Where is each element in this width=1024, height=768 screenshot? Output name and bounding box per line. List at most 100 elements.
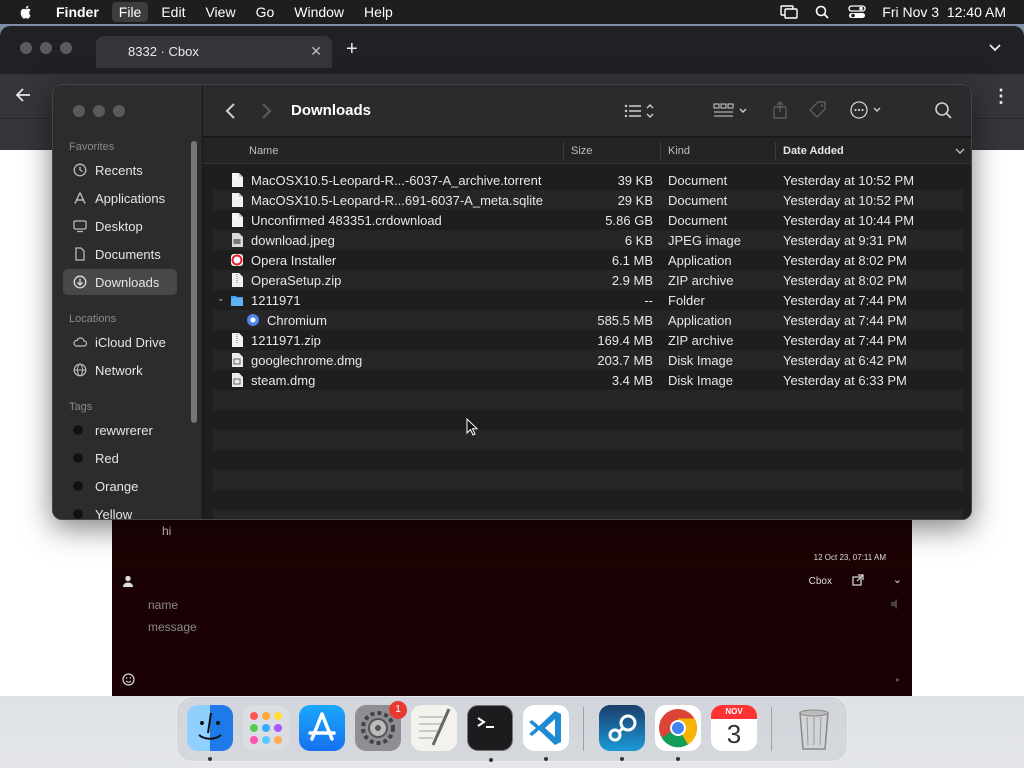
tag-dot-icon	[73, 425, 83, 435]
search-icon[interactable]	[933, 101, 955, 119]
forward-chevron-icon[interactable]	[255, 102, 277, 120]
close-tab-icon[interactable]: ✕	[310, 43, 322, 60]
send-icon[interactable]: ▸	[896, 675, 900, 684]
file-row[interactable]: ⌄ 1211971 -- Folder Yesterday at 7:44 PM	[213, 290, 963, 310]
menu-file[interactable]: File	[111, 2, 149, 22]
finder-minimize-button[interactable]	[93, 105, 105, 117]
column-divider[interactable]	[660, 142, 661, 160]
spotlight-search-icon[interactable]	[814, 5, 832, 19]
opera-file-icon	[231, 254, 243, 266]
menu-clock[interactable]: Fri Nov 3 12:40 AM	[882, 4, 1006, 20]
control-center-icon[interactable]	[848, 5, 866, 19]
empty-row	[213, 490, 963, 510]
dock-steam[interactable]	[599, 705, 645, 761]
file-row[interactable]: Unconfirmed 483351.crdownload 5.86 GB Docu…	[213, 210, 963, 230]
browser-menu-icon[interactable]: ⋮	[992, 86, 1010, 107]
cbox-brand-link[interactable]: Cbox	[809, 576, 832, 587]
sidebar-item-icloud-drive[interactable]: iCloud Drive	[63, 329, 177, 355]
back-chevron-icon[interactable]	[221, 102, 243, 120]
tag-icon[interactable]	[807, 101, 829, 119]
menu-help[interactable]: Help	[364, 4, 393, 20]
column-divider[interactable]	[563, 142, 564, 160]
chat-name-field[interactable]: name	[148, 598, 178, 612]
downloads-icon	[73, 275, 87, 289]
dock-textedit[interactable]	[411, 705, 457, 751]
browser-window-controls	[20, 42, 72, 54]
chat-message-field[interactable]: message	[148, 620, 197, 634]
menu-window[interactable]: Window	[294, 4, 344, 20]
browser-tab[interactable]: 8332 · Cbox ✕	[96, 36, 332, 68]
collapse-chevron-icon[interactable]: ⌄	[893, 573, 902, 586]
list-view-icon[interactable]	[623, 102, 659, 120]
column-kind[interactable]: Kind	[668, 145, 690, 157]
sidebar-item-label: Downloads	[95, 274, 160, 290]
user-icon[interactable]	[122, 575, 134, 587]
file-row[interactable]: googlechrome.dmg 203.7 MB Disk Image Yester…	[213, 350, 963, 370]
dock-app-store[interactable]	[299, 705, 345, 751]
sound-icon[interactable]	[890, 598, 902, 610]
sort-chevron-icon[interactable]	[955, 147, 965, 155]
file-size: 5.86 GB	[605, 213, 653, 228]
file-row[interactable]: Chromium 585.5 MB Application Yesterday at …	[213, 310, 963, 330]
dock-finder[interactable]	[187, 705, 233, 761]
file-row[interactable]: Opera Installer 6.1 MB Application Yesterda…	[213, 250, 963, 270]
sidebar-scrollbar[interactable]	[191, 141, 197, 423]
apple-icon[interactable]	[18, 4, 34, 20]
file-row[interactable]: download.jpeg 6 KB JPEG image Yesterday at …	[213, 230, 963, 250]
sidebar-tag-yellow[interactable]: Yellow	[63, 501, 177, 519]
zoom-window-button[interactable]	[60, 42, 72, 54]
menu-go[interactable]: Go	[256, 4, 275, 20]
file-row[interactable]: OperaSetup.zip 2.9 MB ZIP archive Yesterday…	[213, 270, 963, 290]
finder-close-button[interactable]	[73, 105, 85, 117]
running-indicator	[676, 757, 680, 761]
share-icon[interactable]	[769, 101, 791, 119]
sidebar-item-documents[interactable]: Documents	[63, 241, 177, 267]
dock-trash[interactable]	[791, 705, 837, 751]
menu-edit[interactable]: Edit	[161, 4, 185, 20]
file-row[interactable]: MacOSX10.5-Leopard-R...691-6037-A_meta.s…	[213, 190, 963, 210]
sidebar-tag-orange[interactable]: Orange	[63, 473, 177, 499]
file-size: 585.5 MB	[597, 313, 653, 328]
sidebar-tag-rewwrerer[interactable]: rewwrerer	[63, 417, 177, 443]
menu-bar: Finder File Edit View Go Window Help Fri…	[0, 0, 1024, 24]
file-row[interactable]: steam.dmg 3.4 MB Disk Image Yesterday at 6:…	[213, 370, 963, 390]
empty-row	[213, 450, 963, 470]
more-actions-icon[interactable]	[849, 101, 887, 119]
sidebar-item-desktop[interactable]: Desktop	[63, 213, 177, 239]
external-link-icon[interactable]	[852, 574, 864, 586]
empty-row	[213, 410, 963, 430]
sidebar-tag-red[interactable]: Red	[63, 445, 177, 471]
back-arrow-icon[interactable]	[14, 86, 32, 104]
finder-window: Favorites Recents Applications Desktop D…	[52, 84, 972, 520]
menu-view[interactable]: View	[205, 4, 235, 20]
group-by-icon[interactable]	[713, 102, 751, 120]
dock-vscode[interactable]	[523, 705, 569, 761]
dmg-file-icon	[232, 353, 243, 367]
dock-launchpad[interactable]	[243, 705, 289, 751]
sidebar-item-recents[interactable]: Recents	[63, 157, 177, 183]
tab-search-chevron-icon[interactable]	[988, 41, 1002, 55]
screen-mirroring-icon[interactable]	[780, 5, 798, 19]
file-row[interactable]: MacOSX10.5-Leopard-R...-6037-A_archive.t…	[213, 170, 963, 190]
column-size[interactable]: Size	[571, 145, 592, 157]
file-size: 3.4 MB	[611, 373, 653, 388]
close-window-button[interactable]	[20, 42, 32, 54]
disclosure-chevron-icon[interactable]: ⌄	[217, 293, 225, 304]
dock-google-chrome[interactable]	[655, 705, 701, 761]
column-date-added[interactable]: Date Added	[783, 145, 844, 157]
new-tab-button[interactable]: +	[346, 38, 358, 61]
dock-terminal[interactable]	[467, 705, 513, 762]
emoji-icon[interactable]	[122, 673, 135, 686]
column-divider[interactable]	[775, 142, 776, 160]
dock-system-settings[interactable]: 1	[355, 701, 407, 751]
menu-app-name[interactable]: Finder	[56, 4, 99, 20]
sidebar-item-applications[interactable]: Applications	[63, 185, 177, 211]
sidebar-item-network[interactable]: Network	[63, 357, 177, 383]
column-name[interactable]: Name	[249, 145, 278, 157]
file-name: 1211971.zip	[251, 333, 321, 348]
file-row[interactable]: 1211971.zip 169.4 MB ZIP archive Yesterday …	[213, 330, 963, 350]
sidebar-item-downloads[interactable]: Downloads	[63, 269, 177, 295]
finder-zoom-button[interactable]	[113, 105, 125, 117]
minimize-window-button[interactable]	[40, 42, 52, 54]
dock-calendar[interactable]: NOV 3	[711, 705, 757, 751]
